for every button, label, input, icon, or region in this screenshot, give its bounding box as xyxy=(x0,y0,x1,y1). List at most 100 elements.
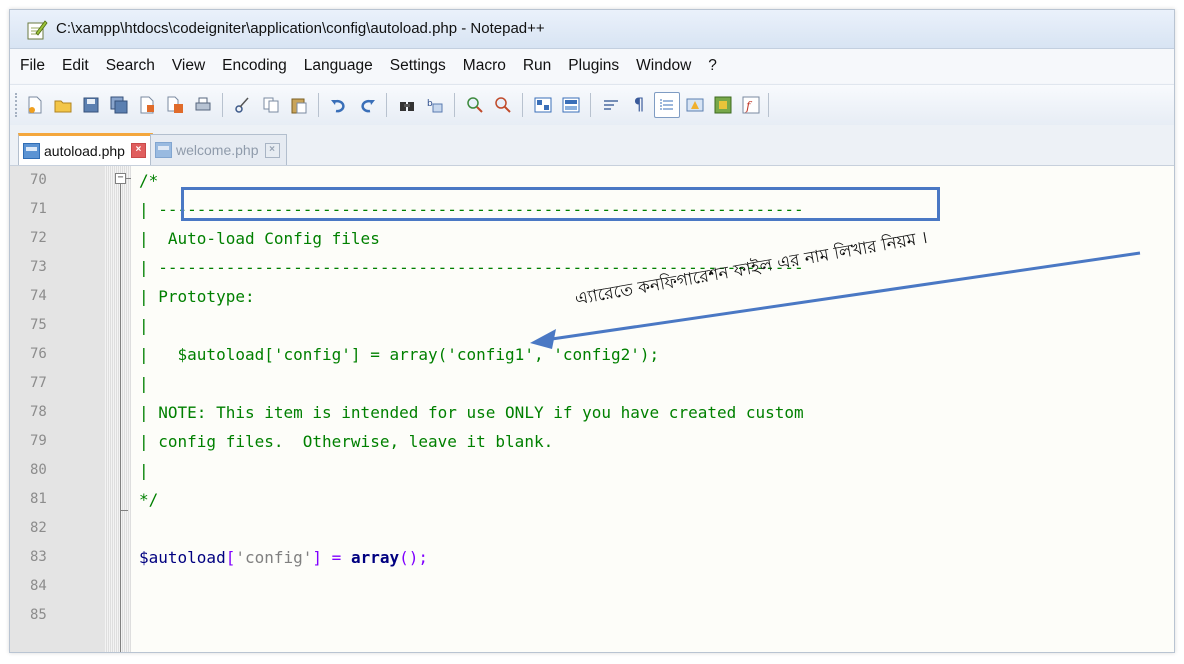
line-number: 80 xyxy=(30,462,47,478)
line-number: 84 xyxy=(30,578,47,594)
toolbar-separator xyxy=(590,93,591,117)
toolbar-separator xyxy=(522,93,523,117)
menu-file[interactable]: File xyxy=(14,57,51,75)
code-line: */ xyxy=(139,490,159,509)
toolbar-separator xyxy=(318,93,319,117)
line-number: 79 xyxy=(30,433,47,449)
line-number: 75 xyxy=(30,317,47,333)
svg-text:b: b xyxy=(427,99,433,109)
menu-bar: File Edit Search View Encoding Language … xyxy=(10,49,1174,83)
undo-icon[interactable] xyxy=(326,92,352,118)
code-keyword: array xyxy=(350,548,400,567)
file-icon xyxy=(23,142,40,159)
code-line: | Auto-load Config files xyxy=(139,229,380,248)
line-number: 73 xyxy=(30,259,47,275)
menu-help[interactable]: ? xyxy=(702,57,723,75)
fold-guide-line xyxy=(120,183,121,652)
notepadpp-app-icon xyxy=(27,20,48,40)
code-variable: $autoload xyxy=(139,548,226,567)
menu-language[interactable]: Language xyxy=(298,57,379,75)
highlight-box xyxy=(181,187,940,221)
menu-view[interactable]: View xyxy=(166,57,211,75)
line-number: 77 xyxy=(30,375,47,391)
show-all-characters-icon[interactable]: ¶ xyxy=(626,92,652,118)
code-line: | xyxy=(139,316,149,335)
cut-icon[interactable] xyxy=(230,92,256,118)
menu-run[interactable]: Run xyxy=(517,57,557,75)
close-icon[interactable] xyxy=(134,92,160,118)
code-line: | NOTE: This item is intended for use ON… xyxy=(139,403,804,422)
code-area[interactable]: /* | -----------------------------------… xyxy=(131,166,1174,652)
code-line: | config files. Otherwise, leave it blan… xyxy=(139,432,554,451)
notepadpp-window: C:\xampp\htdocs\codeigniter\application\… xyxy=(9,9,1175,653)
menu-search[interactable]: Search xyxy=(100,57,161,75)
line-number: 70 xyxy=(30,172,47,188)
code-line: | Prototype: xyxy=(139,287,255,306)
function-list-icon[interactable]: f xyxy=(738,92,764,118)
new-file-icon[interactable] xyxy=(22,92,48,118)
open-file-icon[interactable] xyxy=(50,92,76,118)
redo-icon[interactable] xyxy=(354,92,380,118)
user-language-icon[interactable] xyxy=(682,92,708,118)
indent-guide-icon[interactable] xyxy=(654,92,680,118)
save-icon[interactable] xyxy=(78,92,104,118)
toolbar-grip[interactable] xyxy=(15,93,20,117)
line-number: 74 xyxy=(30,288,47,304)
line-number: 85 xyxy=(30,607,47,623)
code-line-autoload: $autoload['config'] = array(); xyxy=(139,543,428,572)
copy-icon[interactable] xyxy=(258,92,284,118)
fold-collapse-icon[interactable]: − xyxy=(115,173,126,184)
tab-label: welcome.php xyxy=(176,142,259,158)
sync-horizontal-icon[interactable] xyxy=(558,92,584,118)
close-all-icon[interactable] xyxy=(162,92,188,118)
code-line: | xyxy=(139,374,149,393)
tab-bar: autoload.php × welcome.php × xyxy=(10,125,1174,166)
find-icon[interactable] xyxy=(394,92,420,118)
replace-icon[interactable]: b xyxy=(422,92,448,118)
code-line: /* xyxy=(139,171,159,190)
tab-welcome[interactable]: welcome.php × xyxy=(150,134,287,165)
code-operator: = xyxy=(322,548,351,567)
code-bracket: ] xyxy=(312,548,323,567)
menu-window[interactable]: Window xyxy=(630,57,697,75)
toolbar-separator xyxy=(386,93,387,117)
print-icon[interactable] xyxy=(190,92,216,118)
code-line: | $autoload['config'] = array('config1',… xyxy=(139,345,660,364)
save-all-icon[interactable] xyxy=(106,92,132,118)
window-title: C:\xampp\htdocs\codeigniter\application\… xyxy=(56,20,545,37)
menu-edit[interactable]: Edit xyxy=(56,57,95,75)
code-line: | xyxy=(139,461,149,480)
line-number: 82 xyxy=(30,520,47,536)
line-number: 71 xyxy=(30,201,47,217)
tab-close-icon[interactable]: × xyxy=(264,142,280,158)
line-number: 83 xyxy=(30,549,47,565)
file-icon xyxy=(155,142,172,158)
menu-plugins[interactable]: Plugins xyxy=(562,57,625,75)
fold-margin[interactable] xyxy=(105,166,131,652)
line-number: 81 xyxy=(30,491,47,507)
toolbar-separator xyxy=(454,93,455,117)
menu-encoding[interactable]: Encoding xyxy=(216,57,293,75)
toolbar-separator xyxy=(768,93,769,117)
line-number: 78 xyxy=(30,404,47,420)
menu-settings[interactable]: Settings xyxy=(384,57,452,75)
tab-autoload[interactable]: autoload.php × xyxy=(18,133,153,165)
zoom-in-icon[interactable] xyxy=(462,92,488,118)
code-punctuation: (); xyxy=(399,548,429,567)
sync-vertical-icon[interactable] xyxy=(530,92,556,118)
title-bar[interactable]: C:\xampp\htdocs\codeigniter\application\… xyxy=(10,10,1174,49)
document-map-icon[interactable] xyxy=(710,92,736,118)
line-number: 72 xyxy=(30,230,47,246)
tab-label: autoload.php xyxy=(44,142,125,159)
tab-close-icon[interactable]: × xyxy=(130,143,146,158)
code-string: 'config' xyxy=(235,548,313,567)
toolbar: b ¶ f xyxy=(10,84,1174,126)
word-wrap-icon[interactable] xyxy=(598,92,624,118)
fold-guide-end xyxy=(120,510,128,511)
menu-macro[interactable]: Macro xyxy=(457,57,512,75)
editor-pane[interactable]: 70 71 72 73 74 75 76 77 78 79 80 81 82 8… xyxy=(10,166,1174,652)
paste-icon[interactable] xyxy=(286,92,312,118)
code-bracket: [ xyxy=(225,548,236,567)
line-number-gutter: 70 71 72 73 74 75 76 77 78 79 80 81 82 8… xyxy=(10,166,105,652)
zoom-out-icon[interactable] xyxy=(490,92,516,118)
